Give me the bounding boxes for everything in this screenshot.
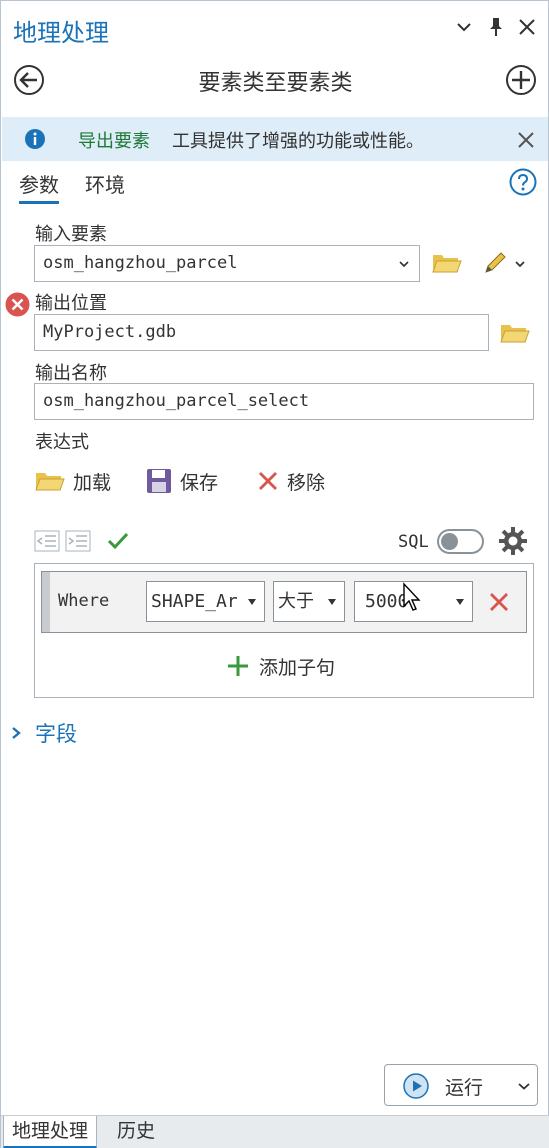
plus-icon xyxy=(228,656,248,676)
output-location-value: MyProject.gdb xyxy=(43,322,177,342)
run-button[interactable]: 运行 xyxy=(384,1064,538,1106)
clause-drag-handle[interactable] xyxy=(42,572,50,632)
chevron-down-icon xyxy=(399,261,409,268)
output-name-label: 输出名称 xyxy=(35,363,107,384)
export-features-link[interactable]: 导出要素 xyxy=(78,127,150,153)
remove-button[interactable]: 移除 xyxy=(257,466,325,496)
decrease-indent-icon[interactable] xyxy=(34,529,60,553)
remove-label: 移除 xyxy=(287,471,326,494)
input-features-label: 输入要素 xyxy=(35,224,107,245)
info-banner: 导出要素 工具提供了增强的功能或性能。 xyxy=(2,117,548,161)
pin-icon[interactable] xyxy=(484,13,508,41)
caret-down-icon xyxy=(456,599,464,605)
banner-message: 工具提供了增强的功能或性能。 xyxy=(172,131,424,152)
browse-folder-icon[interactable] xyxy=(432,251,462,275)
geoprocessing-pane: 地理处理 要素类至要素类 导出要素 工具提供了增强的功能或性能。 参数 环境 输… xyxy=(0,0,549,1148)
where-clause-row: Where SHAPE_Ar 大于 5000 xyxy=(41,571,527,633)
folder-open-icon xyxy=(35,473,65,491)
operator-select[interactable]: 大于 xyxy=(273,581,345,622)
gear-icon[interactable] xyxy=(498,526,528,556)
play-icon xyxy=(403,1073,429,1099)
sql-label: SQL xyxy=(398,532,429,552)
output-location-label: 输出位置 xyxy=(35,293,107,314)
plus-circle-icon xyxy=(506,65,536,95)
fields-section-toggle[interactable]: 字段 xyxy=(11,719,77,747)
tab-environments[interactable]: 环境 xyxy=(85,169,125,198)
banner-close-icon[interactable] xyxy=(515,129,537,151)
field-select-value: SHAPE_Ar xyxy=(151,591,238,612)
input-features-dropdown[interactable]: osm_hangzhou_parcel xyxy=(34,245,420,282)
remove-x-icon xyxy=(259,472,277,490)
tab-history[interactable]: 历史 xyxy=(109,1116,163,1148)
info-icon xyxy=(25,129,45,149)
output-location-field[interactable]: MyProject.gdb xyxy=(34,314,489,351)
increase-indent-icon[interactable] xyxy=(65,529,91,553)
chevron-down-icon[interactable] xyxy=(518,1082,530,1090)
sql-toggle[interactable] xyxy=(437,529,484,554)
close-icon[interactable] xyxy=(515,13,539,41)
chevron-down-icon xyxy=(515,261,525,268)
toggle-knob xyxy=(441,533,458,550)
operator-select-value: 大于 xyxy=(278,591,314,612)
output-name-value: osm_hangzhou_parcel_select xyxy=(43,391,310,411)
input-features-value: osm_hangzhou_parcel xyxy=(43,253,238,273)
help-icon[interactable] xyxy=(509,168,537,196)
edit-features-button[interactable] xyxy=(481,249,527,277)
add-clause-button[interactable]: 添加子句 xyxy=(227,653,335,679)
output-name-field[interactable]: osm_hangzhou_parcel_select xyxy=(34,383,534,420)
save-icon xyxy=(147,469,171,493)
load-label: 加载 xyxy=(73,471,112,494)
expression-label: 表达式 xyxy=(35,432,89,453)
add-clause-label: 添加子句 xyxy=(259,656,336,679)
add-button[interactable] xyxy=(505,64,537,96)
caret-down-icon xyxy=(248,599,256,605)
caret-down-icon xyxy=(328,599,336,605)
verify-checkmark-icon[interactable] xyxy=(105,529,131,553)
fields-section-label: 字段 xyxy=(35,722,77,746)
field-select[interactable]: SHAPE_Ar xyxy=(146,581,265,622)
options-chevron-icon[interactable] xyxy=(452,13,476,41)
run-label: 运行 xyxy=(445,1077,484,1099)
pane-titlebar: 地理处理 xyxy=(1,1,548,57)
where-keyword: Where xyxy=(58,591,110,611)
chevron-right-icon xyxy=(12,727,21,739)
save-label: 保存 xyxy=(180,471,219,494)
tab-parameters[interactable]: 参数 xyxy=(19,169,59,204)
pencil-icon xyxy=(485,252,506,273)
remove-clause-icon[interactable] xyxy=(488,591,510,613)
tool-title: 要素类至要素类 xyxy=(198,71,353,96)
mouse-cursor-icon xyxy=(403,582,421,611)
tab-geoprocessing[interactable]: 地理处理 xyxy=(3,1116,98,1148)
error-icon xyxy=(5,292,30,317)
load-button[interactable]: 加载 xyxy=(35,466,111,496)
save-button[interactable]: 保存 xyxy=(146,466,218,496)
pane-title: 地理处理 xyxy=(13,19,109,47)
browse-folder-icon[interactable] xyxy=(500,321,530,345)
